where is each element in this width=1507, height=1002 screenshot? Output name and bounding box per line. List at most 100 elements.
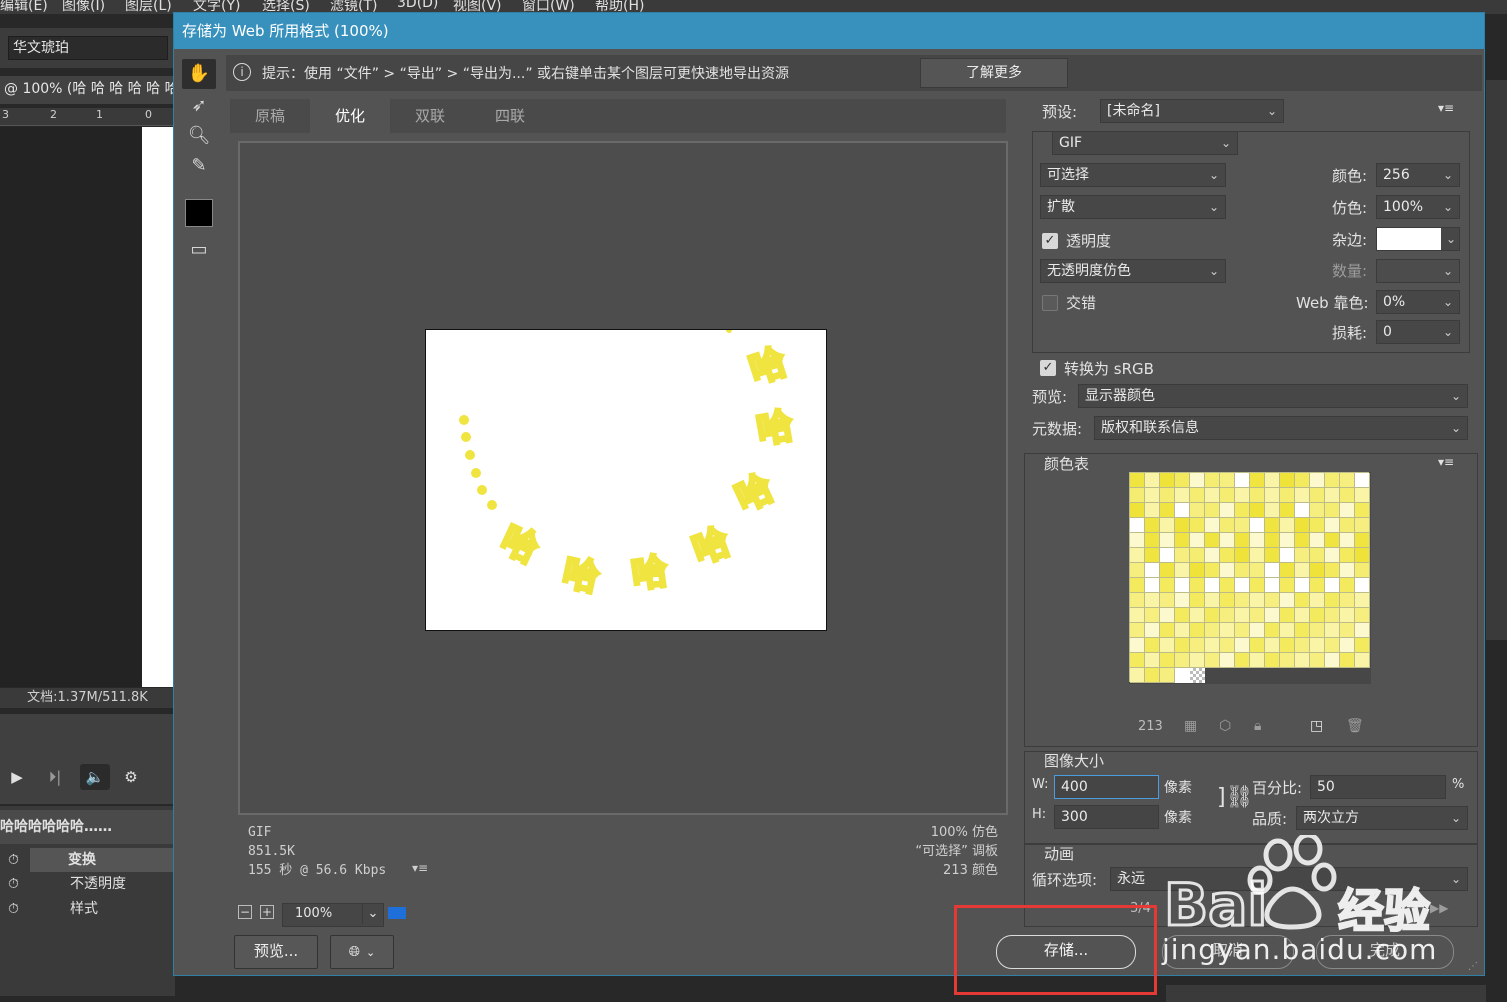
color-swatch[interactable]: [1295, 488, 1310, 503]
color-swatch[interactable]: [1265, 548, 1280, 563]
color-swatch[interactable]: [1265, 653, 1280, 668]
color-swatch[interactable]: [1160, 578, 1175, 593]
color-swatch[interactable]: [1235, 653, 1250, 668]
color-swatch[interactable]: [1130, 638, 1145, 653]
color-swatch[interactable]: [1265, 533, 1280, 548]
menu-layer[interactable]: 图层(L): [125, 0, 172, 14]
color-swatch[interactable]: [1280, 638, 1295, 653]
color-swatch[interactable]: [1280, 533, 1295, 548]
color-swatch[interactable]: [1295, 653, 1310, 668]
color-swatch[interactable]: [1310, 473, 1325, 488]
color-swatch[interactable]: [1175, 518, 1190, 533]
color-swatch[interactable]: [1265, 638, 1280, 653]
color-swatch[interactable]: [1280, 488, 1295, 503]
color-swatch[interactable]: [1145, 488, 1160, 503]
color-swatch[interactable]: [1205, 548, 1220, 563]
color-swatch[interactable]: [1145, 578, 1160, 593]
quality-select[interactable]: 两次立方 ⌄: [1296, 806, 1468, 830]
color-swatch[interactable]: [1205, 593, 1220, 608]
convert-srgb-checkbox[interactable]: ✓: [1040, 360, 1056, 376]
next-frame-icon[interactable]: ⏵|: [40, 764, 70, 790]
color-swatch[interactable]: [1190, 473, 1205, 488]
color-swatch[interactable]: [1130, 563, 1145, 578]
color-swatch[interactable]: [1295, 623, 1310, 638]
color-swatch[interactable]: [1295, 503, 1310, 518]
color-swatch[interactable]: [1325, 578, 1340, 593]
transparency-dither-select[interactable]: 无透明度仿色 ⌄: [1040, 259, 1226, 283]
color-swatch[interactable]: [1250, 518, 1265, 533]
color-swatch[interactable]: [1325, 623, 1340, 638]
percent-input[interactable]: 50: [1310, 775, 1446, 799]
color-swatch[interactable]: [1355, 593, 1370, 608]
color-swatch[interactable]: [1250, 488, 1265, 503]
color-swatch[interactable]: [1310, 503, 1325, 518]
color-swatch[interactable]: [1295, 518, 1310, 533]
color-swatch[interactable]: [1175, 533, 1190, 548]
learn-more-button[interactable]: 了解更多: [920, 58, 1068, 88]
stopwatch-icon[interactable]: ⏱: [8, 897, 19, 921]
trash-icon[interactable]: 🗑︎: [1346, 718, 1364, 734]
color-swatch[interactable]: [1280, 608, 1295, 623]
color-swatch[interactable]: [1340, 653, 1355, 668]
color-swatch[interactable]: [1220, 638, 1235, 653]
color-swatch[interactable]: [1145, 548, 1160, 563]
preset-menu-icon[interactable]: ▾≡: [1438, 101, 1454, 115]
color-swatch[interactable]: [1220, 503, 1235, 518]
color-swatch[interactable]: [1235, 593, 1250, 608]
color-swatch[interactable]: [1130, 533, 1145, 548]
color-swatch[interactable]: [1220, 623, 1235, 638]
color-swatch[interactable]: [1265, 488, 1280, 503]
color-swatch[interactable]: [1235, 518, 1250, 533]
color-swatch[interactable]: [1160, 473, 1175, 488]
color-swatch[interactable]: [1190, 653, 1205, 668]
color-swatch[interactable]: [1205, 638, 1220, 653]
color-swatch[interactable]: [1310, 578, 1325, 593]
color-swatch[interactable]: [1130, 488, 1145, 503]
color-swatch[interactable]: [1340, 638, 1355, 653]
color-swatch[interactable]: [1235, 578, 1250, 593]
color-swatch[interactable]: [1130, 653, 1145, 668]
color-swatch[interactable]: [1175, 548, 1190, 563]
menu-edit[interactable]: 编辑(E): [0, 0, 48, 14]
color-swatch[interactable]: [1220, 533, 1235, 548]
color-swatch[interactable]: [1160, 593, 1175, 608]
color-swatch[interactable]: [1160, 608, 1175, 623]
color-swatch[interactable]: [1355, 653, 1370, 668]
color-swatch[interactable]: [1295, 608, 1310, 623]
color-swatch[interactable]: [1280, 593, 1295, 608]
color-swatch[interactable]: [1250, 473, 1265, 488]
color-swatch[interactable]: [1340, 473, 1355, 488]
color-swatch[interactable]: [1355, 473, 1370, 488]
color-swatch[interactable]: [1175, 608, 1190, 623]
color-swatch[interactable]: [1160, 548, 1175, 563]
menu-image[interactable]: 图像(I): [62, 0, 105, 14]
color-swatch[interactable]: [1190, 518, 1205, 533]
color-swatch[interactable]: [1310, 563, 1325, 578]
color-swatch[interactable]: [1220, 653, 1235, 668]
color-swatch[interactable]: [1145, 533, 1160, 548]
color-swatch[interactable]: [1235, 563, 1250, 578]
color-swatch[interactable]: [1130, 623, 1145, 638]
color-swatch[interactable]: [1325, 638, 1340, 653]
color-swatch[interactable]: [1175, 593, 1190, 608]
tab-optimized[interactable]: 优化: [310, 99, 390, 133]
color-swatch[interactable]: [1280, 578, 1295, 593]
color-swatch[interactable]: [1160, 638, 1175, 653]
hand-tool-icon[interactable]: ✋: [182, 59, 216, 89]
interlaced-checkbox[interactable]: [1042, 295, 1058, 311]
color-swatch[interactable]: [1205, 488, 1220, 503]
color-swatch[interactable]: [1250, 563, 1265, 578]
color-swatch[interactable]: [1145, 593, 1160, 608]
web-snap-select[interactable]: 0% ⌄: [1376, 290, 1460, 314]
color-swatch[interactable]: [1355, 548, 1370, 563]
eyedropper-icon[interactable]: ✎: [182, 151, 216, 181]
color-swatch[interactable]: [1235, 623, 1250, 638]
color-swatch[interactable]: [1265, 518, 1280, 533]
color-swatch[interactable]: [388, 907, 406, 919]
color-swatch[interactable]: [1190, 578, 1205, 593]
color-swatch[interactable]: [1340, 593, 1355, 608]
color-swatch[interactable]: [1280, 623, 1295, 638]
zoom-level-select[interactable]: 100% ⌄: [282, 903, 384, 927]
color-swatch[interactable]: [1145, 608, 1160, 623]
color-swatch[interactable]: [1205, 563, 1220, 578]
